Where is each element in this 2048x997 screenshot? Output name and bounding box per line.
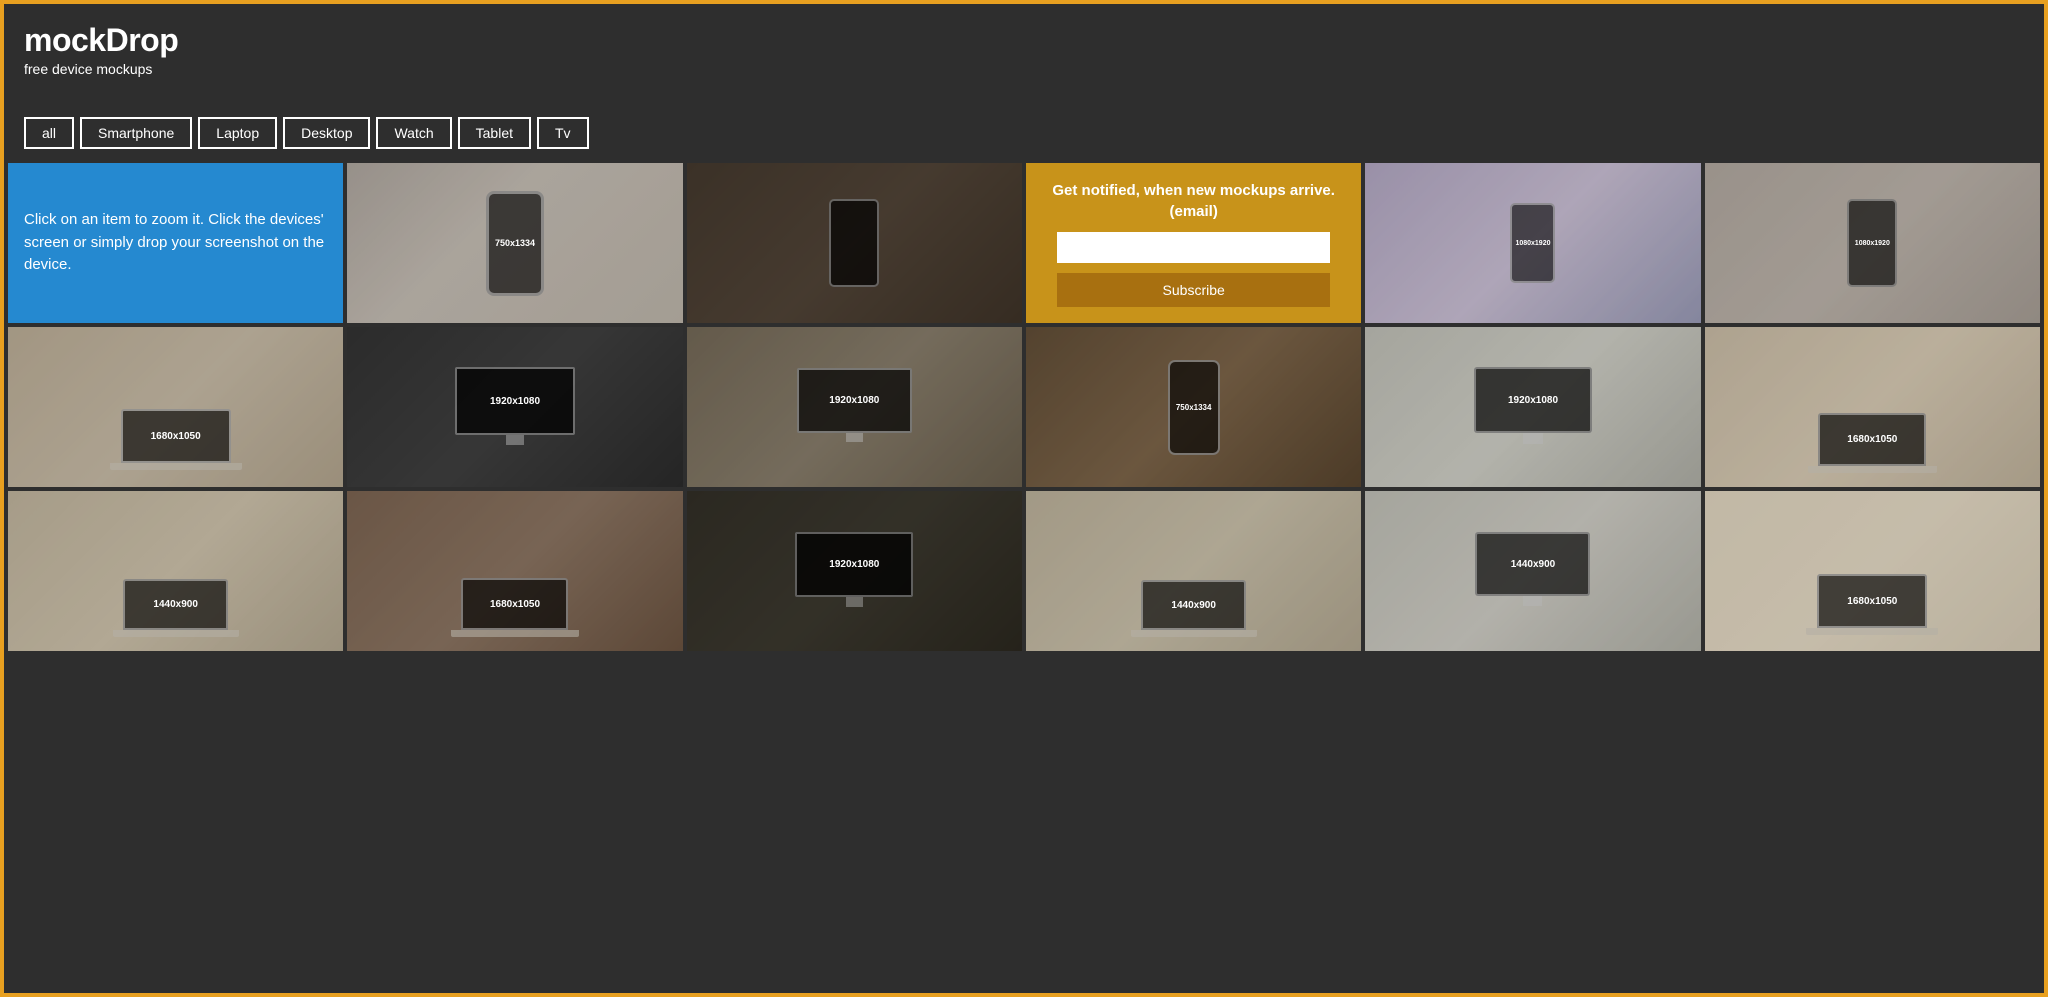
logo-subtitle: free device mockups xyxy=(24,61,2024,77)
tile-resolution-label: 1440x900 xyxy=(1511,559,1556,570)
tile-resolution-label: 1920x1080 xyxy=(1508,395,1558,406)
newsletter-tile: Get notified, when new mockups arrive. (… xyxy=(1026,163,1361,323)
filter-bar: all Smartphone Laptop Desktop Watch Tabl… xyxy=(4,87,2044,163)
tile-resolution-label: 1440x900 xyxy=(1171,600,1216,611)
list-item[interactable]: 1680x1050 xyxy=(347,491,682,651)
email-input[interactable] xyxy=(1057,232,1330,263)
filter-smartphone[interactable]: Smartphone xyxy=(80,117,192,149)
tile-resolution-label: 750x1334 xyxy=(1176,403,1212,412)
list-item[interactable]: 1920x1080 xyxy=(687,491,1022,651)
subscribe-button[interactable]: Subscribe xyxy=(1057,273,1330,307)
list-item[interactable]: 1680x1050 xyxy=(8,327,343,487)
list-item[interactable]: 1680x1050 xyxy=(1705,491,2040,651)
list-item[interactable]: 1080x1920 xyxy=(1705,163,2040,323)
tile-resolution-label: 1680x1050 xyxy=(151,431,201,442)
logo-title: mockDrop xyxy=(24,22,2024,59)
tile-resolution-label: 750x1334 xyxy=(495,238,535,248)
tile-resolution-label: 1680x1050 xyxy=(1847,434,1897,445)
list-item[interactable]: 1920x1080 xyxy=(687,327,1022,487)
list-item[interactable]: 1920x1080 xyxy=(1365,327,1700,487)
list-item[interactable]: 1440x900 xyxy=(8,491,343,651)
list-item[interactable]: 750x1334 xyxy=(347,163,682,323)
list-item[interactable]: 1680x1050 xyxy=(1705,327,2040,487)
list-item[interactable] xyxy=(687,163,1022,323)
filter-watch[interactable]: Watch xyxy=(376,117,451,149)
filter-all[interactable]: all xyxy=(24,117,74,149)
list-item[interactable]: 1920x1080 xyxy=(347,327,682,487)
filter-tv[interactable]: Tv xyxy=(537,117,589,149)
list-item[interactable]: 1440x900 xyxy=(1026,491,1361,651)
tile-resolution-label: 1920x1080 xyxy=(829,395,879,406)
tile-resolution-label: 1440x900 xyxy=(153,599,198,610)
filter-desktop[interactable]: Desktop xyxy=(283,117,370,149)
info-tile: Click on an item to zoom it. Click the d… xyxy=(8,163,343,323)
tile-resolution-label: 1920x1080 xyxy=(490,396,540,407)
tile-resolution-label: 1680x1050 xyxy=(1847,596,1897,607)
header: mockDrop free device mockups xyxy=(4,4,2044,87)
newsletter-heading: Get notified, when new mockups arrive. (… xyxy=(1042,180,1345,222)
filter-laptop[interactable]: Laptop xyxy=(198,117,277,149)
tile-resolution-label: 1920x1080 xyxy=(829,559,879,570)
tile-resolution-label: 1080x1920 xyxy=(1515,240,1550,247)
filter-tablet[interactable]: Tablet xyxy=(458,117,531,149)
info-text: Click on an item to zoom it. Click the d… xyxy=(24,209,327,277)
tile-resolution-label: 1680x1050 xyxy=(490,599,540,610)
list-item[interactable]: 750x1334 xyxy=(1026,327,1361,487)
list-item[interactable]: 1440x900 xyxy=(1365,491,1700,651)
mockup-grid: Click on an item to zoom it. Click the d… xyxy=(4,163,2044,655)
tile-resolution-label: 1080x1920 xyxy=(1855,240,1890,247)
list-item[interactable]: 1080x1920 xyxy=(1365,163,1700,323)
